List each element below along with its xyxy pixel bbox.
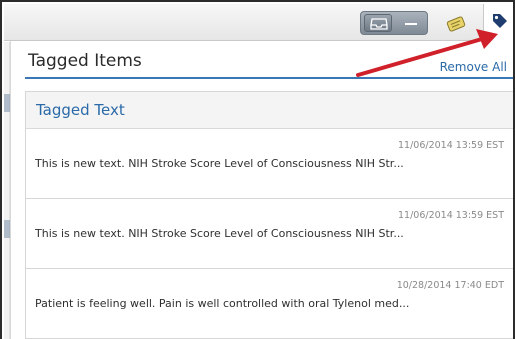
item-timestamp: 11/06/2014 13:59 EST <box>397 140 504 151</box>
tagged-text-section: Tagged Text 11/06/2014 13:59 EST This is… <box>25 91 513 339</box>
panel-title: Tagged Items <box>28 51 142 71</box>
annotation-arrow-icon <box>356 29 498 77</box>
item-text: Patient is feeling well. Pain is well co… <box>35 297 410 310</box>
section-title: Tagged Text <box>26 92 513 129</box>
app-window: Tagged Items Remove All Tagged Text 11/0… <box>0 0 515 339</box>
list-item[interactable]: 11/06/2014 13:59 EST This is new text. N… <box>26 129 513 199</box>
item-timestamp: 11/06/2014 13:59 EST <box>397 210 504 221</box>
minimize-icon <box>405 23 417 25</box>
item-text: This is new text. NIH Stroke Score Level… <box>35 227 404 240</box>
list-item[interactable]: 10/28/2014 17:40 EDT Patient is feeling … <box>26 269 513 339</box>
item-timestamp: 10/28/2014 17:40 EDT <box>396 280 504 291</box>
list-item[interactable]: 11/06/2014 13:59 EST This is new text. N… <box>26 199 513 269</box>
item-text: This is new text. NIH Stroke Score Level… <box>35 157 404 170</box>
